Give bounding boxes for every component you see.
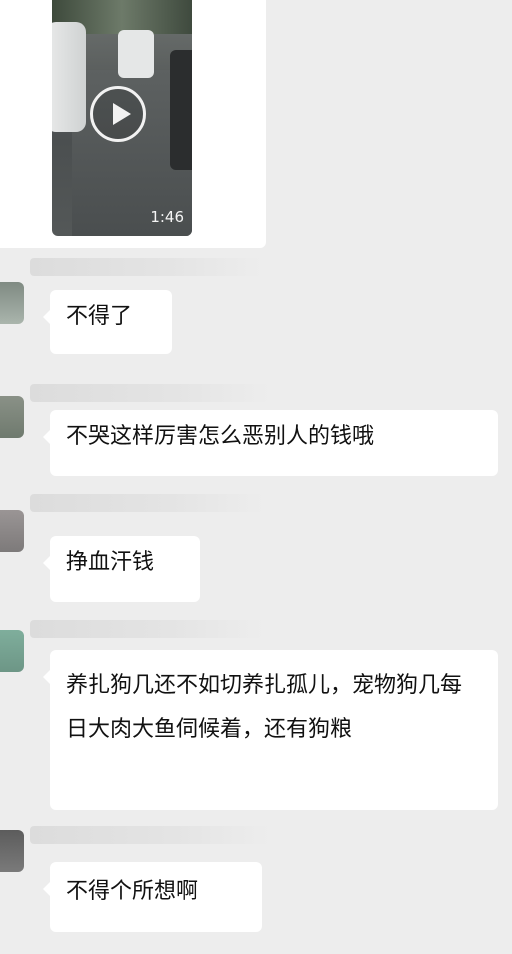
- message-bubble[interactable]: 挣血汗钱: [43, 536, 200, 602]
- play-icon[interactable]: [90, 86, 146, 142]
- sender-name-redacted: [30, 494, 264, 512]
- avatar[interactable]: [0, 630, 24, 672]
- sender-name-redacted: [30, 384, 270, 402]
- sender-name-redacted: [30, 826, 270, 844]
- video-duration: 1:46: [150, 208, 184, 226]
- avatar[interactable]: [0, 282, 24, 324]
- message-text: 挣血汗钱: [66, 550, 155, 575]
- thumbnail-car-left: [52, 22, 86, 132]
- video-message-card[interactable]: 1:46: [0, 0, 266, 248]
- avatar[interactable]: [0, 830, 24, 872]
- sender-name-redacted: [30, 258, 262, 276]
- play-triangle-icon: [113, 103, 131, 125]
- avatar[interactable]: [0, 396, 24, 438]
- message-text: 不得了: [66, 304, 133, 329]
- thumbnail-car-mid: [118, 30, 154, 78]
- message-text: 不得个所想啊: [66, 879, 199, 904]
- video-thumbnail[interactable]: 1:46: [52, 0, 192, 236]
- message-text: 养扎狗几还不如切养扎孤儿，宠物狗几每日大肉大鱼伺候着，还有狗粮: [66, 673, 463, 742]
- sender-name-redacted: [30, 620, 264, 638]
- message-bubble[interactable]: 养扎狗几还不如切养扎孤儿，宠物狗几每日大肉大鱼伺候着，还有狗粮: [43, 650, 498, 810]
- thumbnail-car-dark: [170, 50, 192, 170]
- message-bubble[interactable]: 不得了: [43, 290, 172, 354]
- message-text: 不哭这样厉害怎么恶别人的钱哦: [66, 424, 375, 449]
- message-bubble[interactable]: 不得个所想啊: [43, 862, 262, 932]
- message-bubble[interactable]: 不哭这样厉害怎么恶别人的钱哦: [43, 410, 498, 476]
- avatar[interactable]: [0, 510, 24, 552]
